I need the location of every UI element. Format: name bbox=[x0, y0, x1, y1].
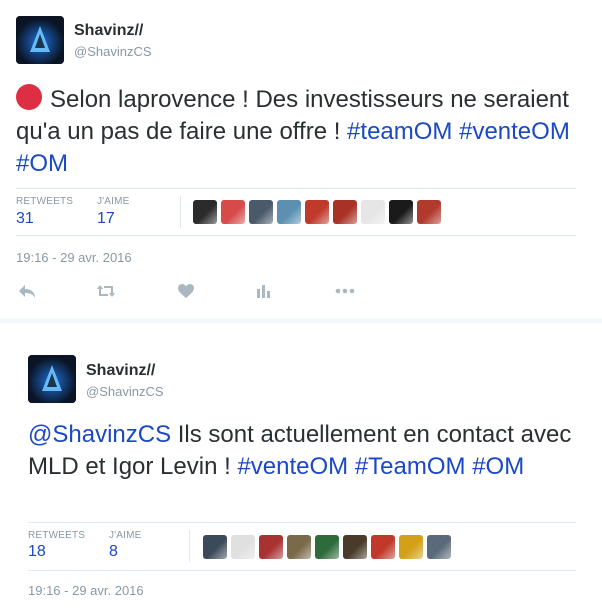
divider bbox=[28, 570, 576, 571]
author-name[interactable]: Shavinz// bbox=[74, 22, 143, 40]
liker-avatar[interactable] bbox=[277, 200, 301, 224]
avatar[interactable] bbox=[28, 355, 76, 403]
likes-label: J'AIME bbox=[109, 530, 142, 541]
tweet-card-1: Shavinz// @ShavinzCS Selon laprovence ! … bbox=[0, 0, 602, 318]
author-handle[interactable]: @ShavinzCS bbox=[86, 384, 164, 399]
avatar[interactable] bbox=[16, 16, 64, 64]
hashtag-link[interactable]: #teamOM bbox=[347, 118, 452, 145]
retweets-count[interactable]: 18 bbox=[28, 543, 46, 561]
retweets-count[interactable]: 31 bbox=[16, 210, 34, 228]
hashtag-link[interactable]: #TeamOM bbox=[355, 453, 466, 480]
stat-divider bbox=[180, 196, 181, 228]
author-name[interactable]: Shavinz// bbox=[86, 362, 155, 380]
liker-avatar[interactable] bbox=[427, 535, 451, 559]
tweet-text-segment bbox=[348, 453, 355, 480]
likes-count[interactable]: 17 bbox=[97, 210, 115, 228]
hashtag-link[interactable]: #venteOM bbox=[459, 118, 570, 145]
liker-avatar[interactable] bbox=[203, 535, 227, 559]
likes-count[interactable]: 8 bbox=[109, 543, 118, 561]
tweet-text: @ShavinzCS Ils sont actuellement en cont… bbox=[28, 419, 576, 483]
mention-link[interactable]: @ShavinzCS bbox=[28, 421, 171, 448]
divider bbox=[28, 522, 576, 523]
liker-avatar[interactable] bbox=[361, 200, 385, 224]
liker-avatar[interactable] bbox=[333, 200, 357, 224]
liker-avatar[interactable] bbox=[249, 200, 273, 224]
red-circle-emoji-icon bbox=[16, 84, 42, 110]
liker-avatar[interactable] bbox=[231, 535, 255, 559]
tweet-timestamp[interactable]: 19:16 - 29 avr. 2016 bbox=[28, 583, 144, 598]
retweets-label: RETWEETS bbox=[16, 196, 74, 207]
liker-avatar[interactable] bbox=[399, 535, 423, 559]
liker-avatar[interactable] bbox=[389, 200, 413, 224]
reply-icon[interactable] bbox=[16, 280, 38, 302]
divider bbox=[16, 188, 576, 189]
liker-avatar[interactable] bbox=[343, 535, 367, 559]
tweet-text: Selon laprovence ! Des investisseurs ne … bbox=[16, 84, 576, 180]
liker-avatar[interactable] bbox=[221, 200, 245, 224]
tweet-card-2: Shavinz// @ShavinzCS @ShavinzCS Ils sont… bbox=[0, 323, 602, 608]
liker-avatar[interactable] bbox=[305, 200, 329, 224]
liker-avatar[interactable] bbox=[193, 200, 217, 224]
avatar-triangle-icon bbox=[16, 16, 64, 64]
stat-divider bbox=[189, 530, 190, 562]
hashtag-link[interactable]: #OM bbox=[16, 150, 68, 177]
hashtag-link[interactable]: #OM bbox=[472, 453, 524, 480]
retweet-icon[interactable] bbox=[95, 280, 117, 302]
author-handle[interactable]: @ShavinzCS bbox=[74, 44, 152, 59]
likers-row bbox=[203, 535, 451, 559]
tweet-timestamp[interactable]: 19:16 - 29 avr. 2016 bbox=[16, 250, 132, 265]
hashtag-link[interactable]: #venteOM bbox=[237, 453, 348, 480]
liker-avatar[interactable] bbox=[259, 535, 283, 559]
retweets-label: RETWEETS bbox=[28, 530, 86, 541]
likes-label: J'AIME bbox=[97, 196, 130, 207]
liker-avatar[interactable] bbox=[417, 200, 441, 224]
likers-row bbox=[193, 200, 441, 224]
liker-avatar[interactable] bbox=[287, 535, 311, 559]
analytics-icon[interactable] bbox=[252, 280, 274, 302]
liker-avatar[interactable] bbox=[371, 535, 395, 559]
avatar-triangle-icon bbox=[28, 355, 76, 403]
divider bbox=[16, 235, 576, 236]
liker-avatar[interactable] bbox=[315, 535, 339, 559]
more-icon[interactable] bbox=[334, 280, 356, 302]
like-icon[interactable] bbox=[175, 280, 197, 302]
